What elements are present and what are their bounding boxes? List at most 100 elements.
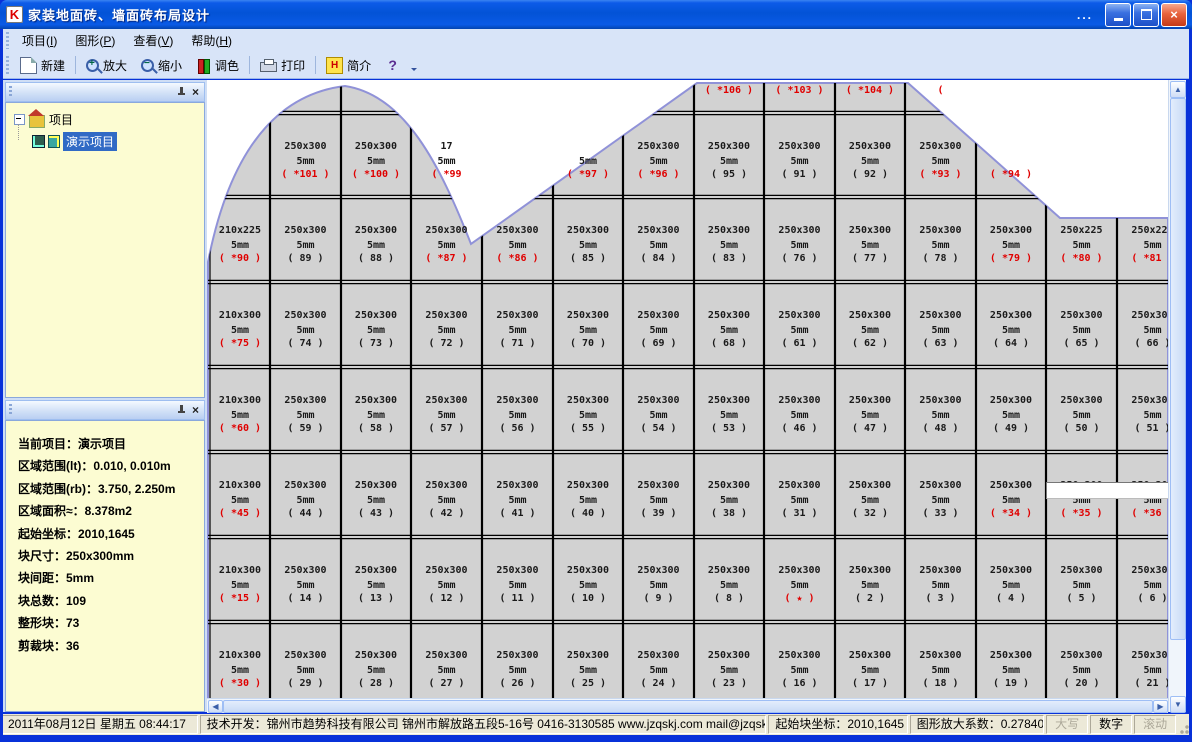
pin-icon[interactable] (177, 87, 186, 97)
tile-label[interactable]: 250x3005mm( 88 ) (341, 197, 411, 277)
tree-root-label[interactable]: 项目 (49, 111, 73, 128)
palette-button[interactable]: 调色 (189, 54, 246, 77)
tile-label[interactable]: 210x3005mm( *60 ) (210, 367, 270, 447)
tile-label[interactable]: 210x3005mm( *30 ) (210, 622, 270, 698)
menu-item[interactable]: 帮助(H) (182, 29, 241, 52)
status-toggle[interactable]: 数字 (1090, 715, 1132, 734)
tile-label[interactable]: 250x3005mm( 19 ) (976, 622, 1046, 698)
title-bar[interactable]: K 家装地面砖、墙面砖布局设计 ... × (0, 0, 1192, 29)
menu-item[interactable]: 项目(I) (13, 29, 66, 52)
vertical-scroll-thumb[interactable] (1170, 98, 1186, 640)
tile-label[interactable]: 250x3005mm( 28 ) (341, 622, 411, 698)
vertical-scrollbar[interactable]: ▲ ▼ (1168, 80, 1186, 712)
tile-label[interactable]: 250x3005mm( 51 ) (1117, 367, 1168, 447)
tile-label[interactable]: 250x3005mm( 74 ) (270, 282, 341, 362)
tile-label[interactable]: 250x3005mm( 2 ) (835, 537, 905, 617)
tile-label[interactable]: 250x3005mm( 85 ) (553, 197, 623, 277)
tile-label[interactable]: 250x3005mm( 40 ) (553, 452, 623, 532)
tile-label[interactable]: 250x3005mm( 50 ) (1046, 367, 1117, 447)
tile-label[interactable]: 250x3005mm( 63 ) (905, 282, 976, 362)
tile-label[interactable]: 5mm( *97 ) (553, 113, 623, 193)
tile-label[interactable]: 250x3005mm( 25 ) (553, 622, 623, 698)
inplace-edit-box[interactable] (1046, 482, 1168, 499)
pin-icon[interactable] (177, 405, 186, 415)
tile-label[interactable]: 210x3005mm( *15 ) (210, 537, 270, 617)
tile-label[interactable]: 250x3005mm( 77 ) (835, 197, 905, 277)
tile-label[interactable]: 250x3005mm( 76 ) (764, 197, 835, 277)
tile-label[interactable]: 250x3005mm( 17 ) (835, 622, 905, 698)
tile-label[interactable]: 250x3005mm( 13 ) (341, 537, 411, 617)
status-toggle[interactable]: 大写 (1046, 715, 1088, 734)
tile-label[interactable]: 250x3005mm( 89 ) (270, 197, 341, 277)
tile-label[interactable]: 250x3005mm( 42 ) (411, 452, 482, 532)
tile-label[interactable]: 250x3005mm( 70 ) (553, 282, 623, 362)
tile-label[interactable]: 210x2255mm( *90 ) (210, 197, 270, 277)
tree-root-項目[interactable]: 项目 (14, 111, 204, 128)
menu-grip[interactable] (6, 32, 9, 48)
tile-label[interactable]: 250x3005mm( ★ ) (764, 537, 835, 617)
tile-label[interactable]: 250x3005mm( 8 ) (694, 537, 764, 617)
tile-label[interactable]: 250x3005mm( 65 ) (1046, 282, 1117, 362)
help-button[interactable]: ? (378, 55, 407, 76)
tile-label[interactable]: 250x3005mm( *87 ) (411, 197, 482, 277)
toolbar-grip[interactable] (6, 56, 9, 74)
tile-label[interactable]: 250x3005mm( 78 ) (905, 197, 976, 277)
tile-label[interactable]: 250x3005mm( 21 ) (1117, 622, 1168, 698)
restore-button[interactable] (1133, 3, 1159, 27)
tile-label[interactable]: 250x3005mm( 61 ) (764, 282, 835, 362)
tile-label[interactable]: ( *94 ) (976, 113, 1046, 193)
panel-grip[interactable] (9, 86, 12, 98)
tile-label[interactable]: 250x3005mm( 48 ) (905, 367, 976, 447)
minimize-button[interactable] (1105, 3, 1131, 27)
tile-label[interactable]: 250x3005mm( 14 ) (270, 537, 341, 617)
new-button[interactable]: 新建 (13, 54, 72, 77)
scroll-left-icon[interactable]: ◀ (208, 700, 223, 713)
close-panel-icon[interactable]: × (192, 405, 199, 415)
intro-button[interactable]: H简介 (319, 54, 378, 77)
tile-label[interactable]: 250x3005mm( 83 ) (694, 197, 764, 277)
tile-label[interactable]: 250x3005mm( 62 ) (835, 282, 905, 362)
tile-label[interactable]: 250x3005mm( 47 ) (835, 367, 905, 447)
zoom-in-button[interactable]: +放大 (79, 54, 134, 77)
tile-label[interactable]: 250x3005mm( 41 ) (482, 452, 553, 532)
tile-label[interactable]: 250x3005mm( 84 ) (623, 197, 694, 277)
tile-label[interactable]: 210x3005mm( *45 ) (210, 452, 270, 532)
tile-label[interactable]: 250x3005mm( 73 ) (341, 282, 411, 362)
tile-label[interactable]: 250x3005mm( 24 ) (623, 622, 694, 698)
tile-label[interactable]: 250x3005mm( 9 ) (623, 537, 694, 617)
scroll-down-icon[interactable]: ▼ (1170, 696, 1186, 713)
tile-label[interactable]: 175mm( *99 (411, 113, 482, 193)
status-toggle[interactable]: 滚动 (1134, 715, 1176, 734)
tile-label[interactable]: 250x3005mm( 53 ) (694, 367, 764, 447)
tile-label[interactable]: 250x3005mm( 46 ) (764, 367, 835, 447)
tile-label[interactable]: 250x3005mm( 58 ) (341, 367, 411, 447)
menu-item[interactable]: 图形(P) (66, 29, 124, 52)
tile-label[interactable]: 250x3005mm( 92 ) (835, 113, 905, 193)
tile-label[interactable]: 250x3005mm( 5 ) (1046, 537, 1117, 617)
tree-item-project[interactable]: 演示项目 (32, 132, 204, 151)
tile-label[interactable]: 250x3005mm( 57 ) (411, 367, 482, 447)
tile-label[interactable]: 250x3005mm( *79 ) (976, 197, 1046, 277)
tile-label[interactable]: 250x3005mm( 16 ) (764, 622, 835, 698)
tile-label[interactable]: 250x3005mm( 6 ) (1117, 537, 1168, 617)
tile-label[interactable]: 250x3005mm( 26 ) (482, 622, 553, 698)
toolbar-overflow-button[interactable] (409, 54, 419, 77)
tile-label[interactable]: 250x3005mm( 20 ) (1046, 622, 1117, 698)
tile-label[interactable]: 250x3005mm( 4 ) (976, 537, 1046, 617)
tile-label[interactable]: 250x3005mm( 10 ) (553, 537, 623, 617)
tile-label[interactable]: 250x3005mm( 43 ) (341, 452, 411, 532)
scroll-right-icon[interactable]: ▶ (1153, 700, 1168, 713)
close-button[interactable]: × (1161, 3, 1187, 27)
tile-label[interactable]: 250x3005mm( 29 ) (270, 622, 341, 698)
tile-label[interactable]: 250x3005mm( 71 ) (482, 282, 553, 362)
tile-label[interactable]: 250x3005mm( 11 ) (482, 537, 553, 617)
tile-label[interactable]: 250x3005mm( 55 ) (553, 367, 623, 447)
tile-label[interactable]: 250x3005mm( 91 ) (764, 113, 835, 193)
tile-label[interactable]: 250x3005mm( *93 ) (905, 113, 976, 193)
print-button[interactable]: 打印 (253, 54, 312, 77)
tile-label[interactable]: 250x2255mm( *80 ) (1046, 197, 1117, 277)
tile-label[interactable]: 250x2255mm( *81 ) (1117, 197, 1168, 277)
scroll-up-icon[interactable]: ▲ (1170, 81, 1186, 98)
tile-layout-canvas[interactable]: ( *106 )( *103 )( *104 )(250x3005mm( *10… (207, 80, 1168, 698)
tile-label[interactable]: 250x3005mm( 32 ) (835, 452, 905, 532)
